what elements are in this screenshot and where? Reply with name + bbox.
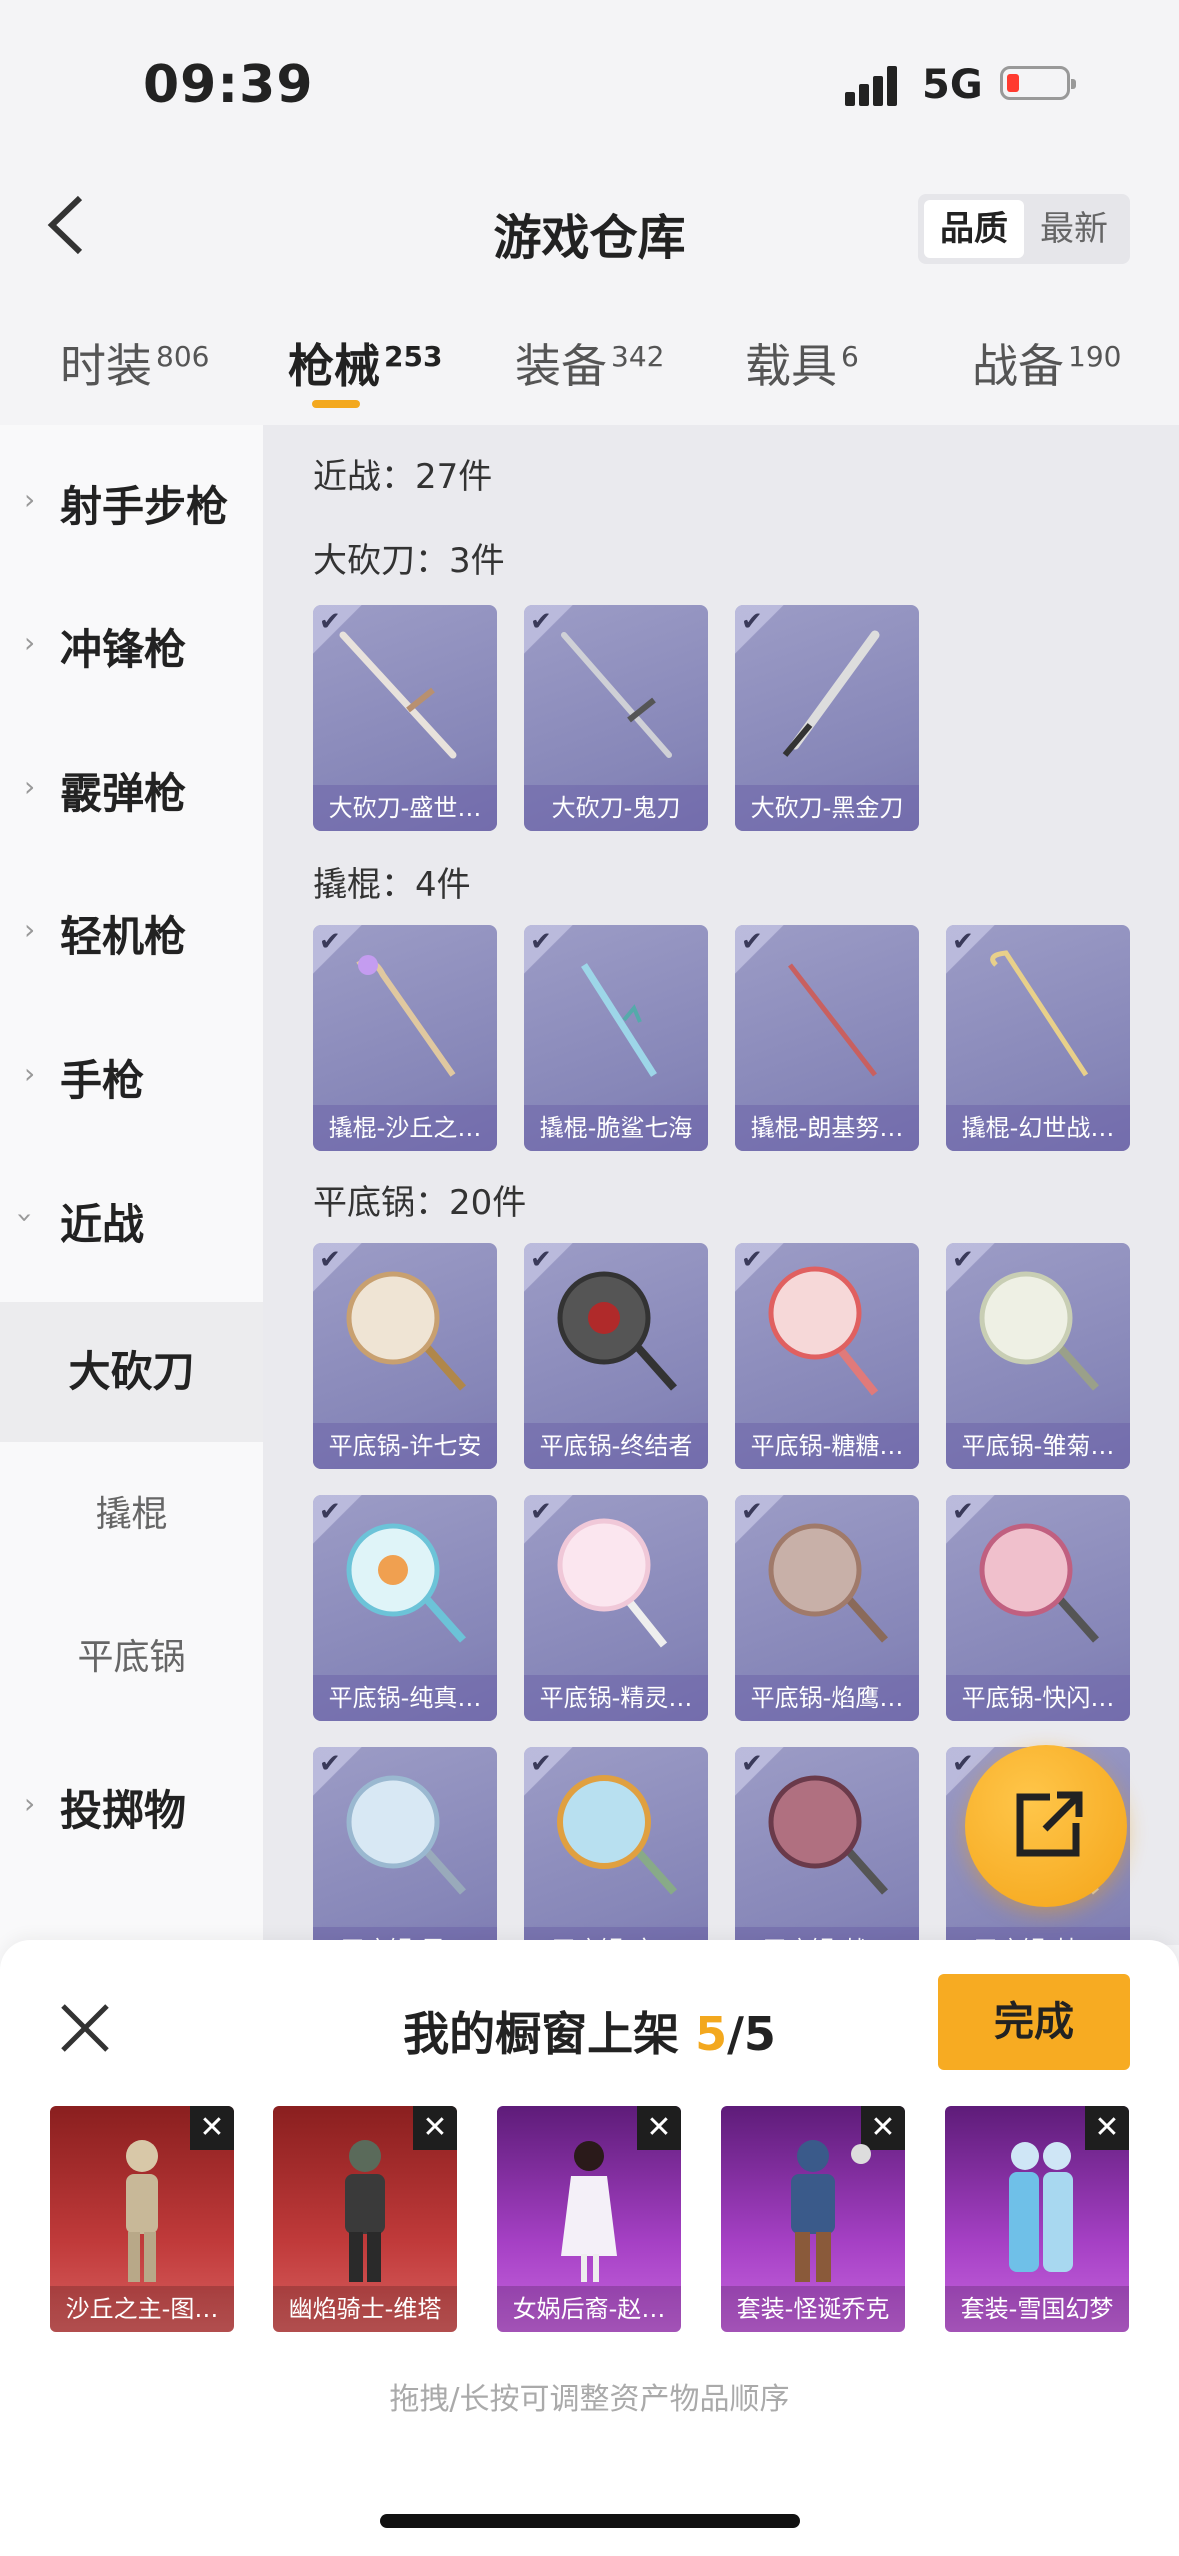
- crowbar-icon: [581, 963, 657, 1077]
- crowbar-icon: [788, 963, 877, 1077]
- item-card[interactable]: ✔ 平底锅-精灵…: [524, 1495, 708, 1721]
- section-title-pan: 平底锅：20件: [313, 1183, 527, 1223]
- tab-supplies[interactable]: 战备 190: [972, 330, 1121, 396]
- shelf-item[interactable]: ✕ 套装-怪诞乔克: [721, 2106, 905, 2332]
- sidebar-item-throwables[interactable]: › 投掷物: [0, 1729, 263, 1869]
- machete-icon: [339, 631, 457, 759]
- machete-icon: [561, 632, 672, 758]
- chevron-right-icon: ›: [24, 913, 36, 946]
- sidebar-subitem-pan[interactable]: 平底锅: [0, 1588, 263, 1728]
- sort-newest-option[interactable]: 最新: [1024, 200, 1124, 258]
- sort-toggle[interactable]: 品质 最新: [918, 194, 1130, 264]
- done-button[interactable]: 完成: [938, 1974, 1130, 2070]
- shelf-item[interactable]: ✕ 女娲后裔-赵…: [497, 2106, 681, 2332]
- shelf-item[interactable]: ✕ 套装-雪国幻梦: [945, 2106, 1129, 2332]
- pan-icon: [346, 1271, 466, 1391]
- shelf-item[interactable]: ✕ 沙丘之主-图…: [50, 2106, 234, 2332]
- tab-weapons[interactable]: 枪械 253: [288, 330, 442, 396]
- section-title-crowbar: 撬棍：4件: [313, 865, 471, 905]
- item-card[interactable]: ✔ 平底锅-焰鹰…: [735, 1495, 919, 1721]
- item-card[interactable]: ✔ 撬棍-沙丘之…: [313, 925, 497, 1151]
- sort-quality-option[interactable]: 品质: [924, 200, 1024, 258]
- item-card[interactable]: ✔ 平底锅-纯真…: [313, 1495, 497, 1721]
- tab-fashion[interactable]: 时装 806: [60, 330, 209, 396]
- item-card[interactable]: ✔ 平底锅-许七安: [313, 1243, 497, 1469]
- category-sidebar: › 射手步枪 › 冲锋枪 › 霰弹枪 › 轻机枪 › 手枪 › 近战 大砍刀 撬棍 平底锅 …: [0, 425, 263, 1985]
- tab-equipment[interactable]: 装备 342: [515, 330, 664, 396]
- sidebar-item-marksman-rifle[interactable]: › 射手步枪: [0, 425, 263, 565]
- chevron-right-icon: ›: [24, 626, 36, 659]
- section-title-machete: 大砍刀：3件: [313, 541, 505, 581]
- chevron-right-icon: ›: [24, 1787, 36, 1820]
- item-card[interactable]: ✔ 撬棍-脆鲨七海: [524, 925, 708, 1151]
- crowbar-icon: [356, 955, 456, 1077]
- character-figure-icon: [791, 2140, 871, 2282]
- pan-icon: [768, 1775, 888, 1895]
- pan-icon: [346, 1775, 466, 1895]
- status-time: 09:39: [143, 55, 314, 115]
- character-figure-icon: [561, 2141, 617, 2282]
- network-type: 5G: [922, 62, 983, 108]
- machete-icon: [782, 630, 880, 757]
- item-card[interactable]: ✔ 平底锅-糖糖…: [735, 1243, 919, 1469]
- pan-icon: [557, 1271, 677, 1391]
- pan-icon: [979, 1271, 1099, 1391]
- sidebar-item-melee[interactable]: › 近战: [0, 1143, 263, 1283]
- share-icon: [1016, 1791, 1083, 1857]
- pan-icon: [557, 1518, 668, 1648]
- item-card[interactable]: ✔ 平底锅-终结者: [524, 1243, 708, 1469]
- pan-icon: [768, 1266, 879, 1396]
- pan-icon: [979, 1523, 1099, 1643]
- character-figure-icon: [345, 2140, 385, 2282]
- pan-icon: [768, 1523, 888, 1643]
- sidebar-item-smg[interactable]: › 冲锋枪: [0, 568, 263, 708]
- shelf-item[interactable]: ✕ 幽焰骑士-维塔: [273, 2106, 457, 2332]
- item-card[interactable]: ✔ 撬棍-朗基努…: [735, 925, 919, 1151]
- category-summary: 近战：27件: [313, 457, 493, 497]
- chevron-right-icon: ›: [24, 770, 36, 803]
- cellular-signal-icon: [845, 62, 905, 106]
- sidebar-item-shotgun[interactable]: › 霰弹枪: [0, 712, 263, 852]
- item-card[interactable]: ✔ 撬棍-幻世战…: [946, 925, 1130, 1151]
- item-card[interactable]: ✔ 大砍刀-黑金刀: [735, 605, 919, 831]
- tab-vehicles[interactable]: 载具 6: [745, 330, 859, 396]
- pan-icon: [346, 1523, 466, 1643]
- reorder-hint: 拖拽/长按可调整资产物品顺序: [389, 2382, 790, 2417]
- crowbar-icon: [990, 950, 1089, 1077]
- sidebar-item-pistol[interactable]: › 手枪: [0, 999, 263, 1139]
- item-card[interactable]: ✔ 大砍刀-鬼刀: [524, 605, 708, 831]
- item-card[interactable]: ✔ 平底锅-宝…: [524, 1747, 708, 1945]
- item-card[interactable]: ✔ 大砍刀-盛世…: [313, 605, 497, 831]
- chevron-right-icon: ›: [24, 1057, 36, 1090]
- item-grid-area[interactable]: 近战：27件 大砍刀：3件 ✔ 大砍刀-盛世… ✔ 大砍刀-鬼刀 ✔ 大砍刀-黑…: [263, 425, 1179, 1945]
- chevron-down-icon: ›: [9, 1211, 43, 1224]
- sidebar-subitem-crowbar[interactable]: 撬棍: [0, 1445, 263, 1585]
- character-figure-icon: [1009, 2142, 1073, 2272]
- share-button[interactable]: [965, 1745, 1127, 1907]
- sidebar-subitem-machete[interactable]: 大砍刀: [0, 1302, 263, 1442]
- item-card[interactable]: ✔ 平底锅-灵…: [313, 1747, 497, 1945]
- chevron-right-icon: ›: [24, 483, 36, 516]
- active-tab-indicator: [312, 400, 360, 408]
- item-card[interactable]: ✔ 平底锅-雏菊…: [946, 1243, 1130, 1469]
- character-figure-icon: [126, 2140, 158, 2282]
- battery-icon: [1000, 66, 1076, 100]
- item-card[interactable]: ✔ 平底锅-快闪…: [946, 1495, 1130, 1721]
- item-card[interactable]: ✔ 平底锅-战…: [735, 1747, 919, 1945]
- home-indicator[interactable]: [380, 2514, 800, 2528]
- pan-icon: [557, 1775, 677, 1895]
- sidebar-item-lmg[interactable]: › 轻机枪: [0, 855, 263, 995]
